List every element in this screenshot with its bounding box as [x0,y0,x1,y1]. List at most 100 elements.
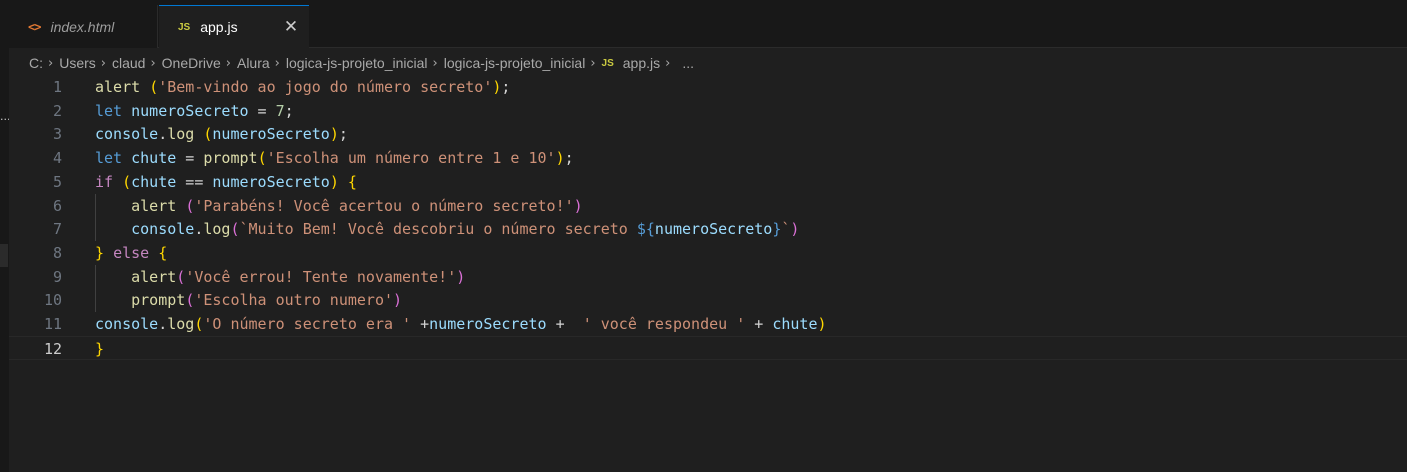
code-token: let [95,101,132,120]
code-line[interactable]: 10 prompt('Escolha outro numero') [9,288,1407,312]
code-line[interactable]: 2 let numeroSecreto = 7; [9,99,1407,123]
code-line[interactable]: 4 let chute = prompt('Escolha um número e… [9,146,1407,170]
code-token: prompt [131,291,186,310]
code-text[interactable]: } else { [95,241,167,265]
code-token: ( [257,149,267,168]
chevron-right-icon: › [432,55,438,71]
code-text[interactable]: alert ('Parabéns! Você acertou o número … [95,194,583,218]
line-number: 10 [43,291,62,310]
code-line[interactable]: 7 console.log(`Muito Bem! Você descobriu… [9,217,1407,241]
code-token: 7 [275,101,285,120]
line-number: 3 [52,125,62,144]
code-token: numeroSecreto [212,125,330,144]
code-token: ) [329,172,348,191]
code-line[interactable]: 11 console.log('O número secreto era ' +n… [9,312,1407,336]
code-line[interactable]: 6 alert ('Parabéns! Você acertou o númer… [9,194,1407,218]
code-token: 'Escolha um número entre 1 e 10' [266,149,556,168]
code-line[interactable]: 8} else { [9,241,1407,265]
code-token: log [167,315,195,333]
code-text[interactable]: let chute = prompt('Escolha um número en… [95,146,574,170]
js-file-icon: JS [601,57,614,69]
code-token: alert [95,78,150,96]
code-line[interactable]: 1 alert ('Bem-vindo ao jogo do número sec… [9,75,1407,99]
code-token: ; [284,101,294,120]
chevron-right-icon: › [590,55,596,71]
code-token: `Muito Bem! Você descobriu o número secr… [239,220,637,239]
code-editor[interactable]: 1 alert ('Bem-vindo ao jogo do número sec… [9,75,1407,472]
code-text[interactable]: console.log(`Muito Bem! Você descobriu o… [95,217,799,241]
code-token: ) [555,149,565,168]
code-token: ( [149,78,159,96]
code-token: ( [230,220,240,239]
code-text[interactable]: alert ('Bem-vindo ao jogo do número secr… [95,75,510,99]
code-token: + [546,315,583,333]
code-token: ; [501,78,511,96]
code-token: let [95,149,132,168]
code-token: alert [131,196,186,215]
code-token: { [158,243,168,262]
breadcrumb-item[interactable]: C: [29,55,43,71]
code-token: numeroSecreto [654,220,773,239]
code-token: 'Parabéns! Você acertou o número secreto… [194,196,574,215]
code-line[interactable]: 3 console.log (numeroSecreto); [9,122,1407,146]
code-token: { [347,172,357,191]
code-token: ' você respondeu ' [582,315,746,333]
code-token: if [95,172,123,191]
sash-marker[interactable] [0,244,8,267]
code-token: ) [790,220,800,239]
breadcrumb-item[interactable]: Users [59,55,96,71]
code-token: numeroSecreto [212,172,330,191]
chevron-right-icon: › [225,55,231,71]
code-text[interactable]: if (chute == numeroSecreto) { [95,170,357,194]
breadcrumb-symbols[interactable]: ... [682,55,694,71]
tab-index-html[interactable]: <> index.html [9,5,158,48]
code-text[interactable]: let numeroSecreto = 7; [95,99,294,123]
breadcrumb: C: › Users › claud › OneDrive › Alura › … [29,51,694,75]
tab-app-js[interactable]: JS app.js ✕ [159,5,309,48]
code-token: 'Escolha outro numero' [194,291,394,310]
code-token: ${ [636,220,655,239]
code-token: ) [393,291,403,310]
chevron-right-icon: › [665,55,671,71]
code-token: ) [456,267,466,286]
code-line[interactable]: 5 if (chute == numeroSecreto) { [9,170,1407,194]
code-text[interactable]: prompt('Escolha outro numero') [95,288,402,312]
code-token: ( [176,267,186,286]
code-token: ; [338,125,348,144]
code-token: chute [131,149,177,168]
code-line[interactable]: 9 alert('Você errou! Tente novamente!') [9,265,1407,289]
sidebar-overflow-indicator[interactable]: ... [0,110,9,124]
code-token: alert [131,267,177,286]
code-text[interactable]: alert('Você errou! Tente novamente!') [95,265,465,289]
tab-bar: <> index.html JS app.js ✕ [9,5,1407,48]
code-line[interactable]: 12} [9,335,1407,361]
code-token: 'Você errou! Tente novamente!' [185,267,457,286]
code-token: } [772,220,782,239]
code-token: . [158,125,168,144]
editor-window: ... <> index.html JS app.js ✕ C: › Users… [0,0,1407,472]
code-token: numeroSecreto [429,315,547,333]
code-text[interactable]: } [95,337,104,361]
line-number: 9 [52,267,62,286]
breadcrumb-item[interactable]: OneDrive [162,55,221,71]
code-token: == [176,172,213,191]
code-token: ; [564,149,574,168]
chevron-right-icon: › [274,55,280,71]
breadcrumb-item[interactable]: claud [112,55,145,71]
tab-label: index.html [50,18,115,35]
line-number: 2 [52,101,62,120]
code-token: ( [185,291,195,310]
code-text[interactable]: console.log('O número secreto era ' +num… [95,312,827,336]
line-number: 4 [52,149,62,168]
code-token: prompt [203,149,258,168]
breadcrumb-item[interactable]: Alura [237,55,270,71]
code-token: . [158,315,168,333]
close-icon[interactable]: ✕ [281,17,301,37]
breadcrumb-file[interactable]: app.js [623,55,660,71]
tab-label: app.js [200,19,238,35]
breadcrumb-item[interactable]: logica-js-projeto_inicial [286,55,428,71]
code-text[interactable]: console.log (numeroSecreto); [95,122,348,146]
breadcrumb-item[interactable]: logica-js-projeto_inicial [444,55,586,71]
